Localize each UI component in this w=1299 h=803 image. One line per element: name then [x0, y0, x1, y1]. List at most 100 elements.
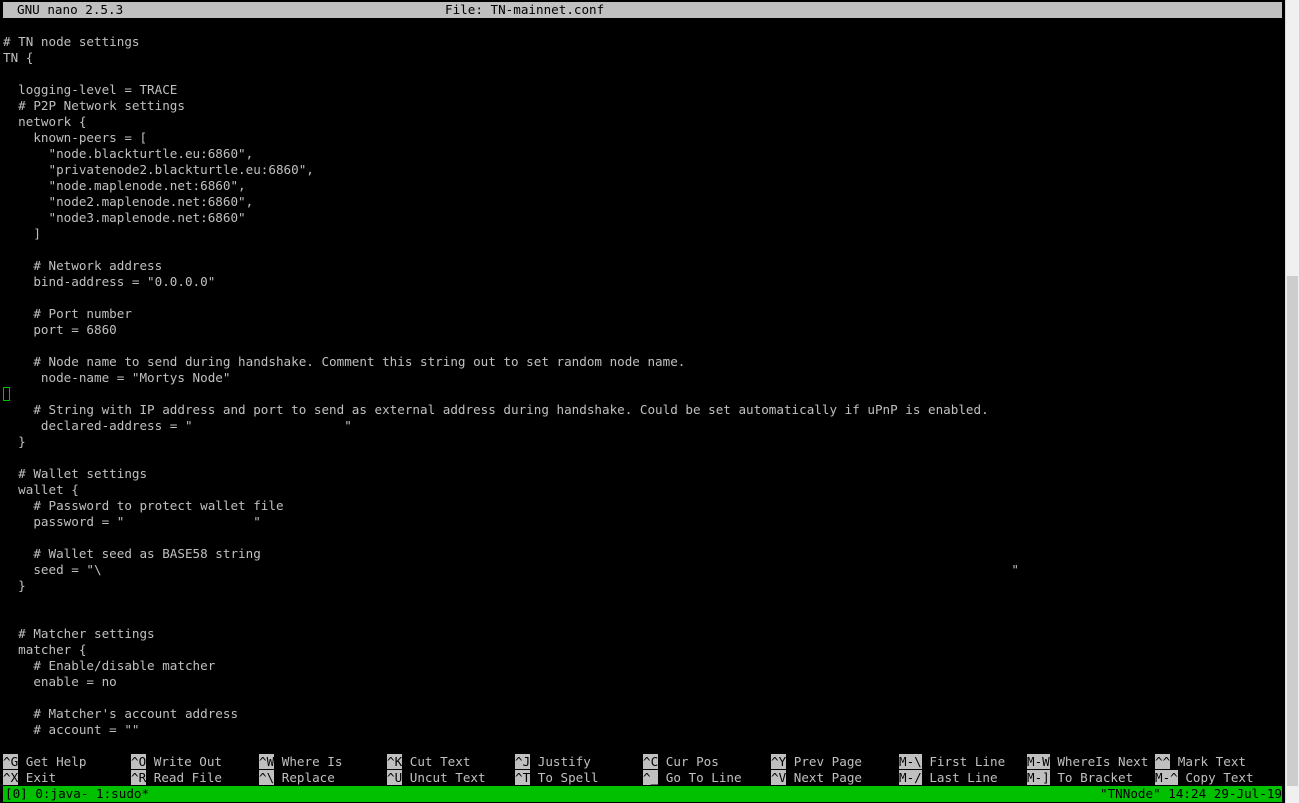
- shortcut-item: ^J Justify: [515, 754, 591, 770]
- shortcut-key: ^O: [131, 754, 147, 769]
- shortcut-key: ^W: [259, 754, 275, 769]
- editor-line[interactable]: known-peers = [: [3, 130, 147, 146]
- shortcut-key: ^_: [643, 770, 659, 785]
- shortcut-label: Go To Line: [658, 770, 742, 785]
- scrollbar-thumb[interactable]: [1287, 276, 1298, 786]
- editor-line[interactable]: logging-level = TRACE: [3, 82, 177, 98]
- shortcut-key: M-]: [1027, 770, 1050, 785]
- shortcut-label: WhereIs Next: [1049, 754, 1149, 769]
- shortcut-label: Exit: [18, 770, 57, 785]
- shortcut-item: ^C Cur Pos: [643, 754, 719, 770]
- shortcut-key: M-/: [899, 770, 922, 785]
- editor-line[interactable]: bind-address = "0.0.0.0": [3, 274, 215, 290]
- text-cursor: [3, 387, 10, 401]
- editor-line[interactable]: # account = "": [3, 722, 139, 738]
- shortcut-key: ^\: [259, 770, 275, 785]
- editor-line[interactable]: # Enable/disable matcher: [3, 658, 215, 674]
- shortcut-item: ^X Exit: [3, 770, 56, 786]
- shortcut-label: Where Is: [274, 754, 343, 769]
- nano-title-bar: GNU nano 2.5.3 File: TN-mainnet.conf: [3, 2, 1282, 18]
- editor-line[interactable]: # Matcher's account address: [3, 706, 238, 722]
- shortcut-key: ^J: [515, 754, 531, 769]
- editor-line[interactable]: declared-address = " ": [3, 418, 352, 434]
- editor-line[interactable]: # Wallet settings: [3, 466, 147, 482]
- editor-line[interactable]: node-name = "Mortys Node": [3, 370, 231, 386]
- editor-line[interactable]: # Matcher settings: [3, 626, 155, 642]
- file-name: File: TN-mainnet.conf: [445, 2, 605, 17]
- shortcut-item: ^O Write Out: [131, 754, 222, 770]
- nano-version: GNU nano 2.5.3: [17, 2, 124, 17]
- editor-line[interactable]: seed = "\ ": [3, 562, 1019, 578]
- shortcut-label: Next Page: [786, 770, 862, 785]
- editor-line[interactable]: # String with IP address and port to sen…: [3, 402, 988, 418]
- editor-line[interactable]: }: [3, 434, 26, 450]
- vertical-scrollbar[interactable]: [1285, 0, 1299, 803]
- editor-line[interactable]: # Network address: [3, 258, 162, 274]
- shortcut-label: To Spell: [530, 770, 599, 785]
- editor-line[interactable]: TN {: [3, 50, 33, 66]
- shortcut-item: ^R Read File: [131, 770, 222, 786]
- editor-line[interactable]: password = " ": [3, 514, 260, 530]
- shortcut-key: M-^: [1155, 770, 1178, 785]
- shortcut-item: ^V Next Page: [771, 770, 862, 786]
- editor-line[interactable]: # P2P Network settings: [3, 98, 185, 114]
- editor-line[interactable]: "node2.maplenode.net:6860",: [3, 194, 253, 210]
- shortcut-key: M-\: [899, 754, 922, 769]
- shortcut-label: Get Help: [18, 754, 87, 769]
- shortcut-label: Read File: [146, 770, 222, 785]
- shortcut-label: Uncut Text: [402, 770, 486, 785]
- shortcut-item: ^Y Prev Page: [771, 754, 862, 770]
- shortcut-item: ^^ Mark Text: [1155, 754, 1246, 770]
- shortcut-label: Cut Text: [402, 754, 471, 769]
- terminal-window[interactable]: GNU nano 2.5.3 File: TN-mainnet.conf # T…: [0, 0, 1285, 803]
- shortcut-key: ^X: [3, 770, 19, 785]
- editor-line[interactable]: network {: [3, 114, 86, 130]
- shortcut-key: ^K: [387, 754, 403, 769]
- tmux-status-bar: [0] 0:java- 1:sudo* "TNNode" 14:24 29-Ju…: [3, 786, 1282, 802]
- shortcut-item: ^G Get Help: [3, 754, 86, 770]
- shortcut-item: M-/ Last Line: [899, 770, 998, 786]
- tmux-window-list: [0] 0:java- 1:sudo*: [5, 786, 150, 801]
- shortcut-label: Prev Page: [786, 754, 862, 769]
- tmux-session-info: "TNNode" 14:24 29-Jul-19: [1100, 786, 1282, 801]
- shortcut-label: Copy Text: [1177, 770, 1254, 785]
- shortcut-key: ^V: [771, 770, 787, 785]
- shortcut-label: Last Line: [921, 770, 998, 785]
- editor-line[interactable]: matcher {: [3, 642, 86, 658]
- shortcut-label: Replace: [274, 770, 335, 785]
- shortcut-key: ^Y: [771, 754, 787, 769]
- shortcut-item: ^U Uncut Text: [387, 770, 486, 786]
- editor-line[interactable]: # Port number: [3, 306, 132, 322]
- shortcut-item: M-^ Copy Text: [1155, 770, 1254, 786]
- shortcut-key: ^C: [643, 754, 659, 769]
- shortcut-key: ^R: [131, 770, 147, 785]
- editor-line[interactable]: "node.maplenode.net:6860",: [3, 178, 245, 194]
- shortcut-key: ^U: [387, 770, 403, 785]
- editor-line[interactable]: }: [3, 578, 26, 594]
- editor-line[interactable]: enable = no: [3, 674, 116, 690]
- shortcut-key: ^T: [515, 770, 531, 785]
- shortcut-key: M-W: [1027, 754, 1050, 769]
- editor-line[interactable]: # Wallet seed as BASE58 string: [3, 546, 260, 562]
- editor-line[interactable]: "node.blackturtle.eu:6860",: [3, 146, 253, 162]
- shortcut-label: First Line: [921, 754, 1006, 769]
- shortcut-label: Cur Pos: [658, 754, 719, 769]
- shortcut-label: Justify: [530, 754, 591, 769]
- editor-line[interactable]: "node3.maplenode.net:6860": [3, 210, 245, 226]
- shortcut-item: M-\ First Line: [899, 754, 1005, 770]
- shortcut-label: To Bracket: [1049, 770, 1134, 785]
- editor-line[interactable]: ]: [3, 226, 41, 242]
- shortcut-item: M-] To Bracket: [1027, 770, 1133, 786]
- editor-line[interactable]: # TN node settings: [3, 34, 139, 50]
- editor-line[interactable]: "privatenode2.blackturtle.eu:6860",: [3, 162, 313, 178]
- shortcut-item: ^W Where Is: [259, 754, 342, 770]
- editor-line[interactable]: port = 6860: [3, 322, 116, 338]
- shortcut-item: ^_ Go To Line: [643, 770, 742, 786]
- shortcut-item: M-W WhereIs Next: [1027, 754, 1148, 770]
- shortcut-label: Write Out: [146, 754, 222, 769]
- editor-line[interactable]: # Node name to send during handshake. Co…: [3, 354, 685, 370]
- editor-line[interactable]: # Password to protect wallet file: [3, 498, 283, 514]
- editor-line[interactable]: wallet {: [3, 482, 79, 498]
- shortcut-key: ^^: [1155, 754, 1171, 769]
- shortcut-item: ^\ Replace: [259, 770, 335, 786]
